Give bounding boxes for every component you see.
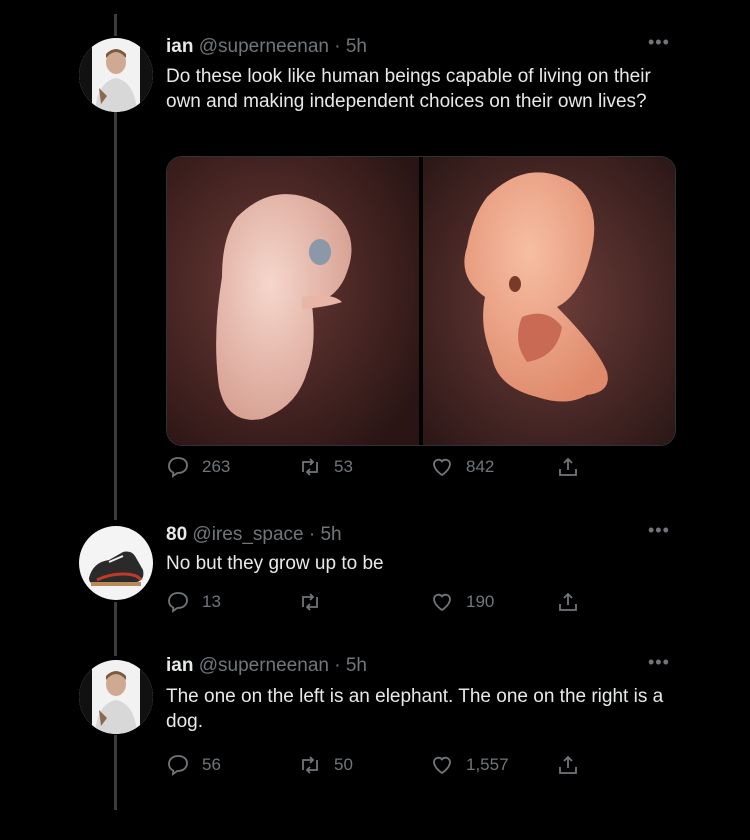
reply-count: 56	[202, 755, 221, 774]
share-icon	[559, 457, 577, 476]
display-name[interactable]: ian	[166, 655, 193, 676]
retweet-count: 53	[334, 457, 353, 476]
tweet-media[interactable]	[166, 156, 676, 446]
retweet-icon	[302, 593, 318, 611]
like-count: 190	[466, 592, 495, 611]
like-icon	[433, 756, 451, 775]
timestamp[interactable]: · 5h	[334, 36, 367, 57]
retweet-button[interactable]	[298, 590, 334, 614]
reply-button[interactable]: 263	[166, 455, 230, 479]
tweet-text: Do these look like human beings capable …	[166, 66, 651, 112]
thread-line-top	[114, 14, 117, 36]
tweet-actions: 13 190	[166, 590, 586, 616]
avatar[interactable]	[79, 38, 153, 112]
like-button[interactable]: 190	[430, 590, 494, 614]
reply-button[interactable]: 56	[166, 753, 221, 777]
reply-icon	[168, 592, 188, 613]
retweet-count: 50	[334, 755, 353, 774]
like-count: 1,557	[466, 755, 509, 774]
thread-line-1	[114, 112, 117, 520]
like-button[interactable]: 842	[430, 455, 494, 479]
display-name[interactable]: 80	[166, 524, 187, 545]
share-button[interactable]	[556, 590, 592, 614]
reply-icon	[168, 457, 188, 478]
thread-line-2	[114, 602, 117, 656]
tweet-actions: 263 53 842	[166, 455, 586, 481]
like-icon	[433, 593, 451, 612]
retweet-icon	[302, 756, 318, 774]
reply-icon	[168, 755, 188, 776]
more-icon[interactable]: •••	[648, 32, 670, 53]
share-button[interactable]	[556, 753, 592, 777]
share-icon	[559, 592, 577, 611]
tweet-text: The one on the left is an elephant. The …	[166, 686, 664, 732]
tweet-header: ian @superneenan · 5h	[166, 36, 367, 58]
user-handle[interactable]: @ires_space	[192, 524, 303, 545]
tweet-header: ian @superneenan · 5h	[166, 655, 367, 677]
avatar[interactable]	[79, 660, 153, 734]
tweet-actions: 56 50 1,557	[166, 753, 586, 779]
like-button[interactable]: 1,557	[430, 753, 509, 777]
share-icon	[559, 755, 577, 774]
tweet-text: No but they grow up to be	[166, 553, 384, 574]
more-icon[interactable]: •••	[648, 520, 670, 541]
thread-line-3	[114, 735, 117, 810]
reply-count: 263	[202, 457, 231, 476]
display-name[interactable]: ian	[166, 36, 193, 57]
share-button[interactable]	[556, 455, 592, 479]
retweet-icon	[302, 458, 318, 476]
user-handle[interactable]: @superneenan	[199, 36, 329, 57]
reply-button[interactable]: 13	[166, 590, 221, 614]
avatar[interactable]	[79, 526, 153, 600]
retweet-button[interactable]: 50	[298, 753, 353, 777]
like-icon	[433, 458, 451, 477]
timestamp[interactable]: · 5h	[309, 524, 342, 545]
timestamp[interactable]: · 5h	[334, 655, 367, 676]
user-handle[interactable]: @superneenan	[199, 655, 329, 676]
tweet-header: 80 @ires_space · 5h	[166, 524, 342, 546]
more-icon[interactable]: •••	[648, 652, 670, 673]
reply-count: 13	[202, 592, 221, 611]
like-count: 842	[466, 457, 495, 476]
retweet-button[interactable]: 53	[298, 455, 353, 479]
